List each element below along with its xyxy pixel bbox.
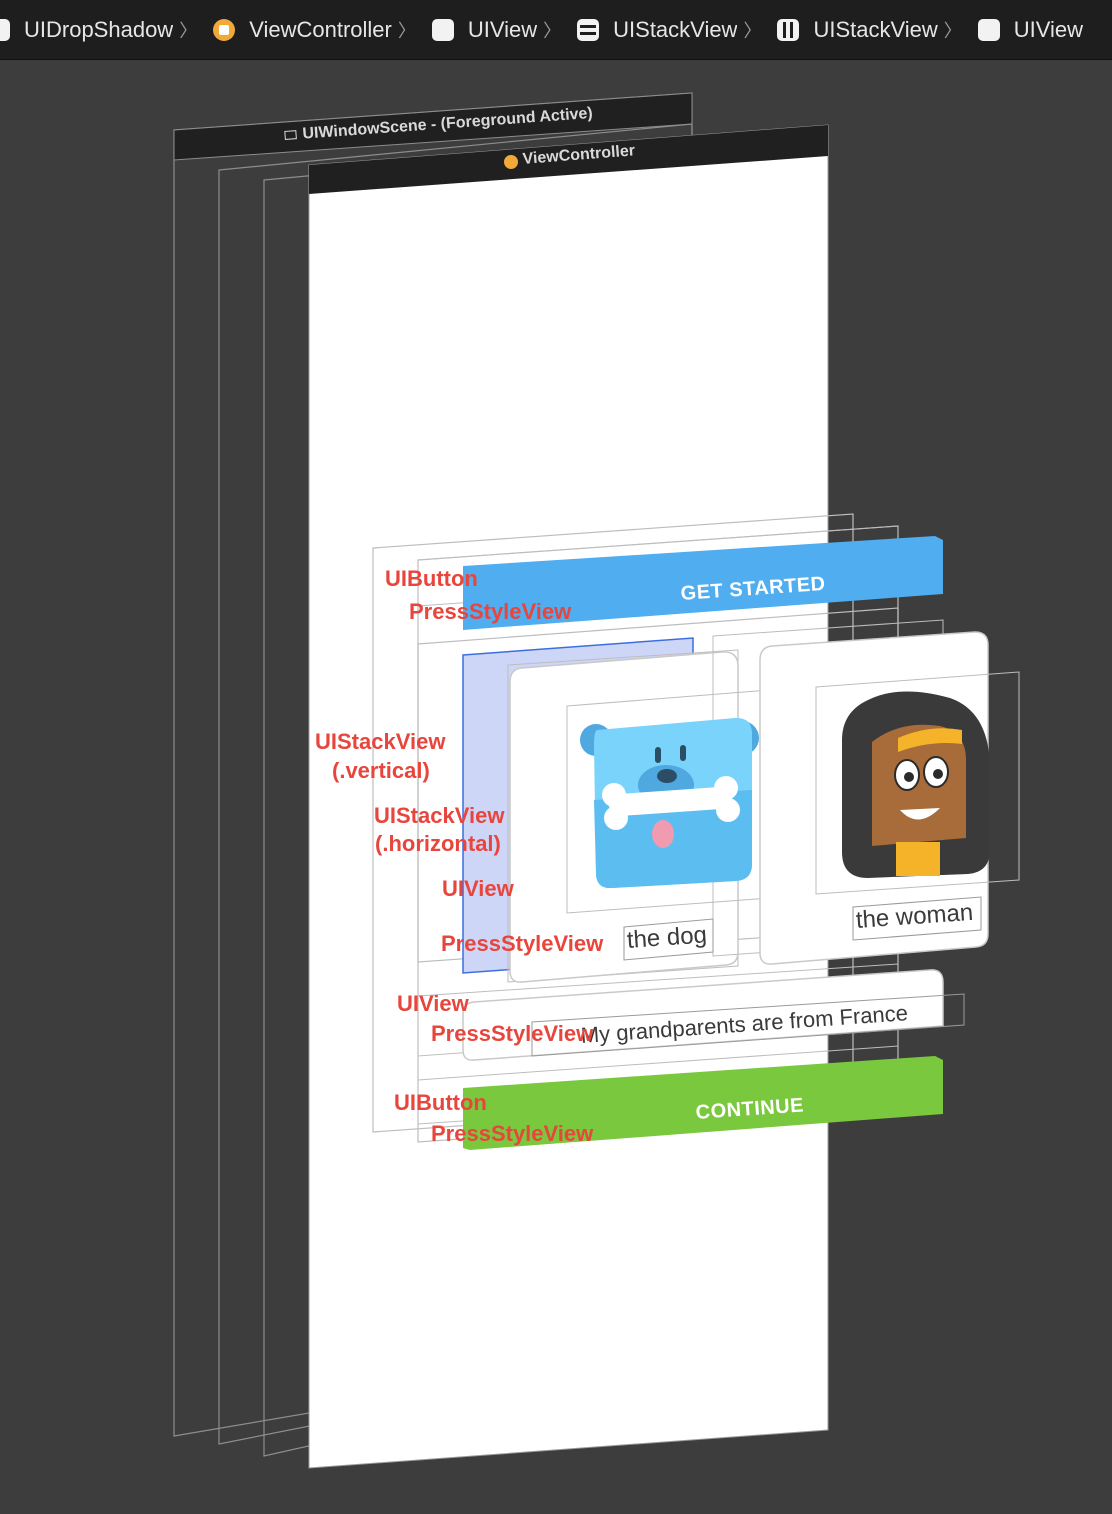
annotation-pressstyle-bottom: PressStyleView: [431, 1121, 594, 1146]
chevron-right-icon: 〉: [397, 20, 416, 41]
annotation-uiview-card: UIView: [442, 876, 514, 901]
breadcrumb-item-uistackview-vertical[interactable]: UIStackView 〉: [577, 17, 777, 43]
chevron-right-icon: 〉: [743, 20, 762, 41]
view-icon: [0, 18, 10, 41]
breadcrumb-item-uiview-selected[interactable]: UIView: [977, 16, 1084, 43]
annotation-pressstyle-card: PressStyleView: [441, 931, 604, 956]
annotation-uibutton-bottom: UIButton: [394, 1090, 487, 1115]
chevron-right-icon: 〉: [543, 20, 562, 41]
annotation-stack-horizontal: UIStackView: [374, 803, 505, 828]
view-layers: [173, 92, 1020, 1469]
annotation-stack-vertical-sub: (.vertical): [332, 758, 430, 783]
annotation-uibutton-top: UIButton: [385, 566, 478, 591]
view-icon: [431, 18, 454, 41]
breadcrumb-label: ViewController: [249, 16, 392, 42]
breadcrumb-label: UIView: [1013, 16, 1084, 42]
breadcrumb-item-uidropshadow[interactable]: UIDropShadow 〉: [0, 17, 213, 43]
breadcrumb-item-uistackview-horizontal[interactable]: UIStackView 〉: [777, 17, 977, 43]
view-debugger-canvas[interactable]: UIWindowScene - (Foreground Active) View…: [0, 61, 1112, 1514]
chevron-right-icon: 〉: [179, 20, 198, 41]
breadcrumb-label: UIStackView: [613, 16, 738, 42]
card-dog-label: the dog: [626, 921, 708, 954]
breadcrumb-label: UIStackView: [813, 16, 938, 42]
breadcrumb: UIDropShadow 〉 ViewController 〉 UIView 〉…: [0, 0, 1112, 60]
annotation-stack-vertical: UIStackView: [315, 729, 446, 754]
vertical-stack-icon: [577, 18, 600, 41]
annotation-stack-horizontal-sub: (.horizontal): [375, 831, 501, 856]
breadcrumb-label: UIView: [467, 16, 538, 42]
view-controller-icon: [504, 155, 518, 169]
view-controller-icon: [213, 18, 236, 41]
annotation-uiview-sentence: UIView: [397, 991, 469, 1016]
annotation-pressstyle-top: PressStyleView: [409, 599, 572, 624]
chevron-right-icon: 〉: [943, 20, 962, 41]
view-icon: [977, 18, 1000, 41]
breadcrumb-label: UIDropShadow: [24, 16, 174, 42]
window-icon: [284, 130, 297, 141]
woman-illustration: [842, 691, 990, 878]
dog-illustration: [580, 717, 759, 889]
breadcrumb-item-uiview[interactable]: UIView 〉: [431, 16, 577, 43]
breadcrumb-item-viewcontroller[interactable]: ViewController 〉: [213, 17, 432, 43]
annotation-pressstyle-sentence: PressStyleView: [431, 1021, 594, 1046]
horizontal-stack-icon: [777, 18, 800, 41]
